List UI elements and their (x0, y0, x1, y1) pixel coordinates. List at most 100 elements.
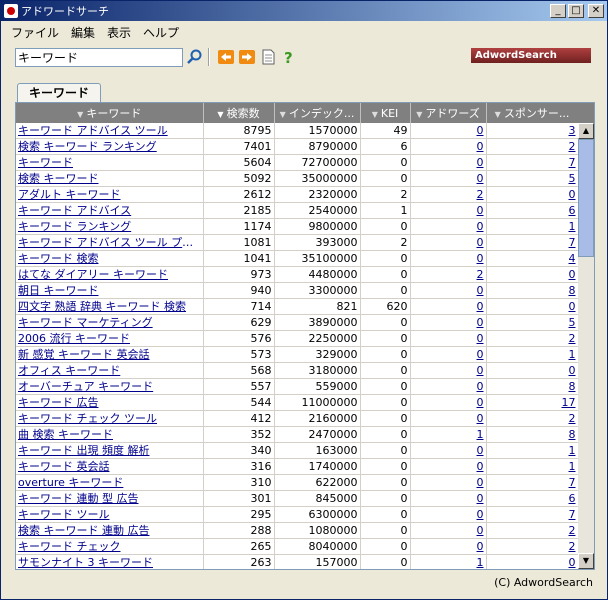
keyword-cell[interactable]: 検索 キーワード (16, 170, 204, 187)
keyword-cell[interactable]: キーワード マーケティング (16, 314, 204, 331)
keyword-cell[interactable]: キーワード ランキング (16, 218, 204, 235)
adwords-cell[interactable]: 0 (410, 378, 487, 395)
adwords-cell[interactable]: 0 (410, 138, 487, 155)
adwords-cell[interactable]: 0 (410, 538, 487, 555)
keyword-cell[interactable]: 検索 キーワード 連動 広告 (16, 522, 204, 539)
keyword-cell[interactable]: キーワード ツール (16, 506, 204, 523)
sponsor-cell[interactable]: 17 (486, 394, 579, 411)
sponsor-cell[interactable]: 7 (486, 474, 579, 491)
keyword-cell[interactable]: キーワード アドバイス (16, 202, 204, 219)
sponsor-cell[interactable]: 2 (486, 138, 579, 155)
keyword-cell[interactable]: はてな ダイアリー キーワード (16, 266, 204, 283)
adwords-cell[interactable]: 0 (410, 234, 487, 251)
sponsor-cell[interactable]: 5 (486, 314, 579, 331)
adwords-cell[interactable]: 0 (410, 202, 487, 219)
adwords-cell[interactable]: 0 (410, 282, 487, 299)
sponsor-cell[interactable]: 7 (486, 506, 579, 523)
adwords-cell[interactable]: 0 (410, 218, 487, 235)
keyword-cell[interactable]: サモンナイト 3 キーワード (16, 554, 204, 569)
sponsor-cell[interactable]: 1 (486, 346, 579, 363)
menu-file[interactable]: ファイル (5, 24, 65, 41)
menu-help[interactable]: ヘルプ (137, 24, 185, 41)
sponsor-cell[interactable]: 7 (486, 234, 579, 251)
sponsor-cell[interactable]: 6 (486, 490, 579, 507)
sponsor-cell[interactable]: 7 (486, 154, 579, 171)
sponsor-cell[interactable]: 1 (486, 442, 579, 459)
sponsor-cell[interactable]: 0 (486, 298, 579, 315)
keyword-cell[interactable]: キーワード アドバイス ツール プラス (16, 234, 204, 251)
adwords-cell[interactable]: 0 (410, 522, 487, 539)
scroll-down-icon[interactable]: ▼ (578, 553, 594, 569)
adwords-cell[interactable]: 0 (410, 154, 487, 171)
adwords-cell[interactable]: 2 (410, 186, 487, 203)
sponsor-cell[interactable]: 8 (486, 282, 579, 299)
menu-view[interactable]: 表示 (101, 24, 137, 41)
adwords-cell[interactable]: 0 (410, 410, 487, 427)
keyword-cell[interactable]: キーワード 広告 (16, 394, 204, 411)
sponsor-cell[interactable]: 0 (486, 362, 579, 379)
maximize-button[interactable]: □ (568, 4, 584, 18)
column-header[interactable]: ▼ KEI (360, 103, 411, 123)
adwords-cell[interactable]: 0 (410, 250, 487, 267)
keyword-cell[interactable]: 新 感覚 キーワード 英会話 (16, 346, 204, 363)
adwords-cell[interactable]: 0 (410, 490, 487, 507)
sponsor-cell[interactable]: 2 (486, 410, 579, 427)
scroll-thumb[interactable] (578, 139, 594, 257)
keyword-cell[interactable]: 曲 検索 キーワード (16, 426, 204, 443)
sponsor-cell[interactable]: 2 (486, 538, 579, 555)
menu-edit[interactable]: 編集 (65, 24, 101, 41)
help-icon[interactable]: ? (280, 48, 298, 66)
keyword-cell[interactable]: 検索 キーワード ランキング (16, 138, 204, 155)
sponsor-cell[interactable]: 2 (486, 522, 579, 539)
minimize-button[interactable]: _ (550, 4, 566, 18)
adwords-cell[interactable]: 2 (410, 266, 487, 283)
back-arrow-icon[interactable] (217, 48, 235, 66)
adwords-cell[interactable]: 0 (410, 442, 487, 459)
keyword-cell[interactable]: キーワード 連動 型 広告 (16, 490, 204, 507)
adwords-cell[interactable]: 0 (410, 346, 487, 363)
adwords-cell[interactable]: 0 (410, 314, 487, 331)
adwords-cell[interactable]: 0 (410, 506, 487, 523)
keyword-cell[interactable]: キーワード 検索 (16, 250, 204, 267)
keyword-cell[interactable]: キーワード 英会話 (16, 458, 204, 475)
keyword-cell[interactable]: overture キーワード (16, 474, 204, 491)
sponsor-cell[interactable]: 8 (486, 378, 579, 395)
keyword-cell[interactable]: キーワード チェック (16, 538, 204, 555)
column-header[interactable]: ▼ 検索数 (203, 103, 275, 123)
forward-arrow-icon[interactable] (238, 48, 256, 66)
column-header[interactable]: ▼ スポンサー... (486, 103, 579, 123)
adwords-cell[interactable]: 0 (410, 123, 487, 139)
keyword-cell[interactable]: オーバーチュア キーワード (16, 378, 204, 395)
sponsor-cell[interactable]: 5 (486, 170, 579, 187)
keyword-cell[interactable]: キーワード チェック ツール (16, 410, 204, 427)
adwords-cell[interactable]: 1 (410, 426, 487, 443)
sponsor-cell[interactable]: 0 (486, 554, 579, 569)
sponsor-cell[interactable]: 0 (486, 266, 579, 283)
adwords-cell[interactable]: 0 (410, 474, 487, 491)
adwords-cell[interactable]: 0 (410, 458, 487, 475)
column-header[interactable]: ▼ キーワード (16, 103, 204, 123)
adwords-cell[interactable]: 0 (410, 170, 487, 187)
search-icon[interactable] (186, 48, 204, 66)
sponsor-cell[interactable]: 8 (486, 426, 579, 443)
keyword-cell[interactable]: キーワード アドバイス ツール (16, 123, 204, 139)
sponsor-cell[interactable]: 0 (486, 186, 579, 203)
keyword-cell[interactable]: 2006 流行 キーワード (16, 330, 204, 347)
sponsor-cell[interactable]: 2 (486, 330, 579, 347)
keyword-cell[interactable]: 朝日 キーワード (16, 282, 204, 299)
adwords-cell[interactable]: 0 (410, 362, 487, 379)
sponsor-cell[interactable]: 1 (486, 218, 579, 235)
tab-keyword[interactable]: キーワード (17, 83, 101, 102)
keyword-cell[interactable]: アダルト キーワード (16, 186, 204, 203)
scroll-up-icon[interactable]: ▲ (578, 123, 594, 139)
column-header[interactable]: ▼ インデック... (274, 103, 361, 123)
column-header[interactable]: ▼ アドワーズ (410, 103, 487, 123)
keyword-cell[interactable]: キーワード (16, 154, 204, 171)
adwords-cell[interactable]: 0 (410, 330, 487, 347)
keyword-cell[interactable]: 四文字 熟語 辞典 キーワード 検索 (16, 298, 204, 315)
sponsor-cell[interactable]: 6 (486, 202, 579, 219)
keyword-cell[interactable]: キーワード 出現 頻度 解析 (16, 442, 204, 459)
sponsor-cell[interactable]: 3 (486, 123, 579, 139)
sponsor-cell[interactable]: 4 (486, 250, 579, 267)
document-icon[interactable] (259, 48, 277, 66)
